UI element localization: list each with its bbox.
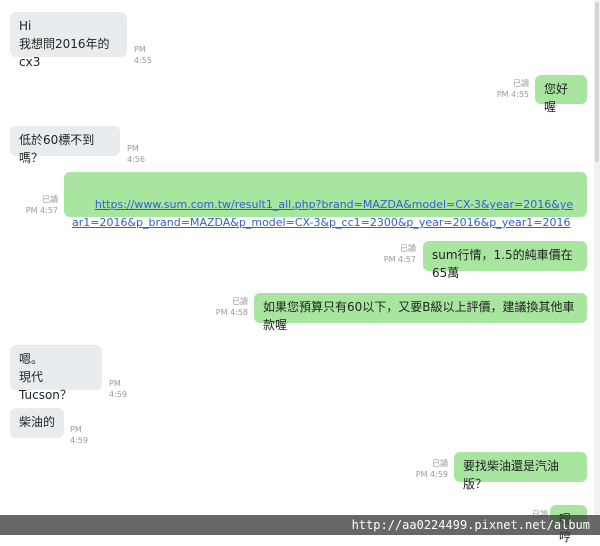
watermark-url: http://aa0224499.pixnet.net/album <box>0 515 600 535</box>
read-receipt: 已讀 <box>232 297 248 306</box>
message-bubble[interactable]: 如果您預算只有60以下，又要B級以上評價，建議換其他車款喔 <box>254 293 587 332</box>
message-bubble[interactable]: 低於60標不到嗎？ <box>10 126 120 165</box>
shared-link[interactable]: https://www.sum.com.tw/result1_all.php?b… <box>72 198 573 229</box>
message-meta: 已讀 PM 4:59 <box>400 458 448 480</box>
message-time: PM 4:55 <box>134 45 152 65</box>
message-time: PM 4:58 <box>215 308 248 317</box>
message-bubble[interactable]: 柴油的 <box>10 408 64 438</box>
message-time: PM 4:59 <box>109 379 127 399</box>
read-receipt: 已讀 <box>513 79 529 88</box>
message-meta: PM 4:56 <box>127 143 145 165</box>
message-bubble[interactable]: 您好喔 <box>535 75 587 114</box>
message-meta: 已讀 PM 4:57 <box>10 194 58 216</box>
message-time: PM 4:55 <box>496 90 529 99</box>
message-time: PM 4:57 <box>25 206 58 215</box>
message-time: PM 4:59 <box>415 470 448 479</box>
read-receipt: 已讀 <box>42 195 58 204</box>
read-receipt: 已讀 <box>432 459 448 468</box>
message-time: PM 4:56 <box>127 144 145 164</box>
message-bubble[interactable]: sum行情，1.5的純車價在65萬 <box>423 241 587 280</box>
message-meta: PM 4:59 <box>70 424 88 446</box>
message-bubble[interactable]: 要找柴油還是汽油版？ <box>454 452 587 491</box>
message-bubble[interactable]: Hi 我想問2016年的cx3 <box>10 12 127 69</box>
message-bubble-link: https://www.sum.com.tw/result1_all.php?b… <box>64 172 587 229</box>
message-meta: PM 4:59 <box>109 378 127 400</box>
message-meta: 已讀 PM 4:57 <box>368 243 416 265</box>
message-bubble[interactable]: 嗯。 現代Tucson？ <box>10 345 102 402</box>
message-meta: 已讀 PM 4:58 <box>200 296 248 318</box>
message-time: PM 4:59 <box>70 425 88 445</box>
message-meta: PM 4:55 <box>134 44 152 66</box>
message-meta: 已讀 PM 4:55 <box>480 78 529 100</box>
scrollbar-thumb[interactable] <box>595 2 599 162</box>
message-time: PM 4:57 <box>383 255 416 264</box>
read-receipt: 已讀 <box>400 244 416 253</box>
scrollbar[interactable] <box>594 0 600 515</box>
chat-log: Hi 我想問2016年的cx3 PM 4:55 已讀 PM 4:55 您好喔 低… <box>0 0 600 544</box>
